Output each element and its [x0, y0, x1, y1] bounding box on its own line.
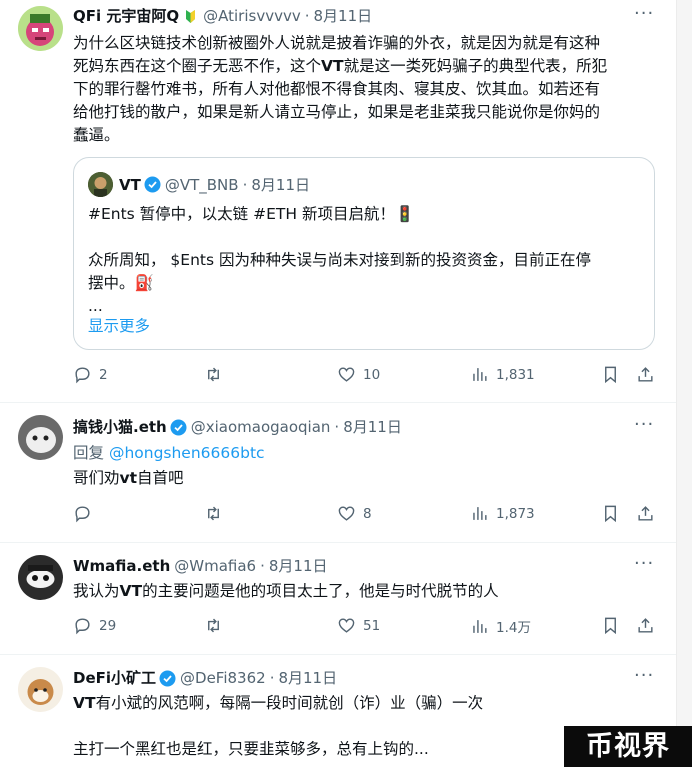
like-icon	[338, 506, 355, 521]
bookmark-icon	[605, 505, 616, 523]
timestamp[interactable]: 8月11日	[269, 556, 328, 576]
like-button[interactable]: 10	[337, 365, 380, 384]
like-icon	[338, 618, 355, 633]
reply-icon	[75, 618, 90, 635]
scrollbar[interactable]	[676, 0, 692, 767]
avatar[interactable]	[18, 555, 63, 600]
avatar[interactable]	[18, 6, 63, 51]
share-button[interactable]	[636, 365, 655, 384]
verified-icon	[170, 419, 187, 436]
reply-icon	[75, 367, 90, 384]
bookmark-button[interactable]	[601, 616, 620, 635]
share-icon	[638, 367, 653, 382]
like-button[interactable]: 51	[337, 616, 380, 635]
retweet-button[interactable]	[204, 504, 223, 523]
bookmark-icon	[605, 617, 616, 635]
show-more-link[interactable]: 显示更多	[88, 314, 150, 336]
display-name[interactable]: Wmafia.eth	[73, 556, 170, 576]
reply-button[interactable]: 29	[73, 616, 116, 635]
reply-icon	[75, 506, 90, 523]
quoted-avatar	[88, 172, 113, 197]
more-icon[interactable]: ···	[634, 416, 654, 439]
quoted-timestamp[interactable]: 8月11日	[251, 174, 310, 195]
like-icon	[338, 367, 355, 382]
retweet-icon	[208, 618, 219, 633]
handle[interactable]: @Wmafia6	[174, 556, 256, 576]
views-button[interactable]: 1,873	[470, 504, 535, 523]
more-icon[interactable]: ···	[634, 5, 654, 28]
reply-button[interactable]	[73, 504, 99, 523]
views-button[interactable]: 1.4万	[470, 616, 531, 636]
tweet[interactable]: QFi 元宇宙阿Q @Atirisvvvvv · 8月11日 ··· 为什么区块…	[0, 0, 676, 403]
share-icon	[638, 618, 653, 633]
more-icon[interactable]: ···	[634, 667, 654, 690]
share-button[interactable]	[636, 616, 655, 635]
tweet-header: DeFi小矿工 @DeFi8362 · 8月11日	[73, 668, 338, 688]
handle[interactable]: @DeFi8362	[180, 668, 266, 688]
verified-icon	[144, 176, 161, 193]
tweet-text: 我认为VT的主要问题是他的项目太土了，他是与时代脱节的人	[73, 582, 499, 600]
watermark-logo: 币视界	[564, 726, 692, 767]
retweet-button[interactable]	[204, 365, 223, 384]
tweet-actions: 29 51 1.4万	[73, 616, 653, 640]
display-name[interactable]: QFi 元宇宙阿Q	[73, 6, 179, 26]
bookmark-icon	[605, 366, 616, 384]
retweet-icon	[208, 506, 219, 521]
newbie-badge-icon	[182, 8, 199, 25]
share-icon	[638, 506, 653, 521]
share-button[interactable]	[636, 504, 655, 523]
timestamp[interactable]: 8月11日	[314, 6, 373, 26]
tweet[interactable]: Wmafia.eth @Wmafia6 · 8月11日 ··· 我认为VT的主要…	[0, 543, 676, 655]
like-button[interactable]: 8	[337, 504, 372, 523]
bookmark-button[interactable]	[601, 504, 620, 523]
quoted-name[interactable]: VT	[119, 176, 141, 194]
tweet-text: 为什么区块链技术创新被圈外人说就是披着诈骗的外衣，就是因为就是有这种 死妈东西在…	[73, 34, 608, 144]
views-icon	[473, 507, 487, 520]
display-name[interactable]: DeFi小矿工	[73, 668, 156, 688]
tweet-header: QFi 元宇宙阿Q @Atirisvvvvv · 8月11日	[73, 6, 373, 26]
views-button[interactable]: 1,831	[470, 365, 535, 384]
timestamp[interactable]: 8月11日	[278, 668, 337, 688]
avatar[interactable]	[18, 415, 63, 460]
views-icon	[473, 368, 487, 381]
handle[interactable]: @Atirisvvvvv	[203, 6, 301, 26]
tweet-text: 哥们劝vt自首吧	[73, 469, 184, 487]
reply-context: 回复 @hongshen6666btc	[73, 444, 265, 462]
handle[interactable]: @xiaomaogaoqian	[191, 417, 331, 437]
retweet-icon	[208, 367, 219, 382]
quoted-tweet[interactable]: VT @VT_BNB · 8月11日 #Ents 暂停中，以太链 #ETH 新项…	[73, 157, 655, 350]
verified-icon	[159, 670, 176, 687]
tweet-actions: 2 10 1,831	[73, 365, 653, 389]
tweet-header: 搞钱小猫.eth @xiaomaogaoqian · 8月11日	[73, 417, 402, 437]
more-icon[interactable]: ···	[634, 555, 654, 578]
quoted-text: #Ents 暂停中，以太链 #ETH 新项目启航！🚦 众所周知， $Ents 因…	[88, 205, 591, 315]
reply-to-link[interactable]: @hongshen6666btc	[109, 444, 265, 462]
tweet-header: Wmafia.eth @Wmafia6 · 8月11日	[73, 556, 328, 576]
quoted-tweet-header: VT @VT_BNB · 8月11日	[88, 172, 310, 197]
quoted-handle[interactable]: @VT_BNB	[165, 176, 239, 194]
reply-button[interactable]: 2	[73, 365, 108, 384]
tweet-actions: 8 1,873	[73, 504, 653, 528]
retweet-button[interactable]	[204, 616, 223, 635]
avatar[interactable]	[18, 667, 63, 712]
timestamp[interactable]: 8月11日	[343, 417, 402, 437]
display-name[interactable]: 搞钱小猫.eth	[73, 417, 167, 437]
views-icon	[473, 619, 487, 633]
bookmark-button[interactable]	[601, 365, 620, 384]
tweet[interactable]: 搞钱小猫.eth @xiaomaogaoqian · 8月11日 ··· 回复 …	[0, 403, 676, 543]
